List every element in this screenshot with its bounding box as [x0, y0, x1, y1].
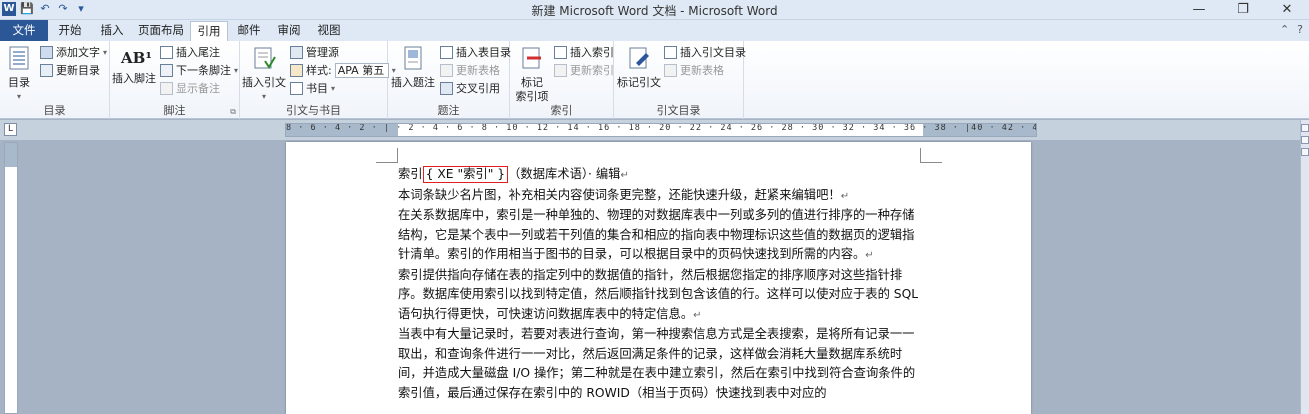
update-toc-button[interactable]: 更新目录 [40, 62, 100, 79]
minimize-button[interactable]: — [1177, 0, 1221, 20]
insert-index-button[interactable]: 插入索引 [554, 44, 614, 61]
tab-review[interactable]: 审阅 [270, 21, 308, 41]
ribbon: 目录 ▾ 添加文字 ▾ 更新目录 目录 AB¹ 插入脚注 插入尾注 下一条脚注 ▾ … [0, 41, 1309, 119]
style-selector[interactable]: 样式: APA 第五 ▾ [290, 62, 396, 79]
help-icon[interactable]: ? [1297, 23, 1303, 36]
crop-mark-right [920, 148, 942, 163]
endnote-icon [160, 46, 173, 59]
insert-caption-icon [404, 46, 422, 70]
mark-entry-button[interactable]: 标记 索引项 [512, 43, 552, 104]
horizontal-ruler[interactable]: 8 · 6 · 4 · 2 · │ · 2 · 4 · 6 · 8 · 10 ·… [285, 123, 1037, 137]
ruler-toggle-button[interactable] [1301, 124, 1309, 132]
paragraph-3: 索引提供指向存储在表的指定列中的数据值的指针，然后根据您指定的排序顺序对这些指针… [398, 267, 919, 321]
insert-endnote-button[interactable]: 插入尾注 [160, 44, 220, 61]
insert-footnote-button[interactable]: AB¹ 插入脚注 [112, 43, 156, 86]
ribbon-tabs: 文件 开始 插入 页面布局 引用 邮件 审阅 视图 ⌃ ? [0, 20, 1309, 41]
insert-toa-button[interactable]: 插入引文目录 [664, 44, 746, 61]
group-toc: 目录 ▾ 添加文字 ▾ 更新目录 目录 [0, 41, 110, 119]
toc-icon [9, 46, 29, 70]
scroll-up-button[interactable] [1301, 136, 1309, 144]
paragraph-4: 当表中有大量记录时，若要对表进行查询，第一种搜索信息方式是全表搜索，是将所有记录… [398, 327, 916, 400]
xe-field-code[interactable]: { XE "索引" } [422, 166, 509, 183]
update-index-icon [554, 64, 567, 77]
show-notes-button[interactable]: 显示备注 [160, 80, 220, 97]
table-of-figures-icon [440, 46, 453, 59]
insert-toa-icon [664, 46, 677, 59]
cross-reference-button[interactable]: 交叉引用 [440, 80, 500, 97]
tab-references[interactable]: 引用 [190, 21, 228, 41]
insert-citation-button[interactable]: 插入引文 ▾ [242, 43, 286, 104]
title-bar: W 💾 ↶ ↷ ▾ 新建 Microsoft Word 文档 - Microso… [0, 0, 1309, 20]
close-button[interactable]: ✕ [1265, 0, 1309, 20]
group-toa: 标记引文 插入引文目录 更新表格 引文目录 [614, 41, 746, 119]
style-combo[interactable]: APA 第五 [334, 63, 389, 78]
insert-table-of-figures-button[interactable]: 插入表目录 [440, 44, 511, 61]
insert-citation-icon [254, 47, 276, 69]
top-margin-area [5, 143, 17, 167]
group-label-captions: 题注 [437, 104, 460, 117]
update-toa-button[interactable]: 更新表格 [664, 62, 724, 79]
group-index: 标记 索引项 插入索引 更新索引 索引 [510, 41, 614, 119]
heading-text: 索引 [398, 167, 423, 181]
update-toc-icon [40, 64, 53, 77]
group-label-footnotes: 脚注 [163, 104, 186, 117]
cross-reference-icon [440, 82, 453, 95]
tab-insert[interactable]: 插入 [92, 21, 132, 41]
insert-caption-button[interactable]: 插入题注 [390, 43, 436, 90]
paragraph-2: 在关系数据库中，索引是一种单独的、物理的对数据库表中一列或多列的值进行排序的一种… [398, 208, 915, 261]
update-table-icon [440, 64, 453, 77]
insert-index-icon [554, 46, 567, 59]
tab-selector-icon[interactable]: L [4, 123, 17, 136]
mark-citation-button[interactable]: 标记引文 [616, 43, 662, 90]
group-label-citations: 引文与书目 [286, 104, 341, 117]
show-notes-icon [160, 82, 173, 95]
minimize-ribbon-icon[interactable]: ⌃ [1280, 23, 1289, 36]
update-toa-icon [664, 64, 677, 77]
tab-view[interactable]: 视图 [310, 21, 348, 41]
ruler-numbers: 8 · 6 · 4 · 2 · │ · 2 · 4 · 6 · 8 · 10 ·… [286, 123, 1037, 133]
scroll-thumb[interactable] [1301, 148, 1309, 156]
document-body[interactable]: 索引{ XE "索引" } （数据库术语）· 编辑↵ 本词条缺少名片图，补充相关内… [398, 165, 923, 403]
right-scroll-controls [1300, 120, 1309, 414]
heading-line: 索引{ XE "索引" } （数据库术语）· 编辑↵ [398, 165, 923, 186]
style-icon [290, 64, 303, 77]
tab-file[interactable]: 文件 [0, 20, 48, 41]
tab-mailings[interactable]: 邮件 [230, 21, 268, 41]
mark-entry-icon [522, 47, 541, 69]
vertical-ruler[interactable] [4, 142, 18, 414]
group-label-toc: 目录 [43, 104, 66, 117]
add-text-icon [40, 46, 53, 59]
next-footnote-icon [160, 64, 173, 77]
bibliography-button[interactable]: 书目 ▾ [290, 80, 335, 97]
toc-button[interactable]: 目录 ▾ [4, 43, 34, 104]
crop-mark-left [376, 148, 398, 163]
footnote-icon: AB¹ [121, 49, 152, 67]
add-text-button[interactable]: 添加文字 ▾ [40, 44, 107, 61]
tab-home[interactable]: 开始 [50, 21, 90, 41]
restore-button[interactable]: ❐ [1221, 0, 1265, 20]
paragraph-mark: ↵ [865, 250, 874, 261]
heading-suffix: （数据库术语）· 编辑 [508, 167, 621, 181]
group-footnotes: AB¹ 插入脚注 插入尾注 下一条脚注 ▾ 显示备注 脚注 ⧉ [110, 41, 240, 119]
paragraph-1: 本词条缺少名片图，补充相关内容使词条更完整，还能快速升级，赶紧来编辑吧！↵ [398, 187, 850, 202]
paragraph-mark: ↵ [620, 170, 629, 181]
footnotes-launcher-icon[interactable]: ⧉ [230, 107, 236, 117]
mark-citation-icon [629, 47, 649, 69]
group-citations: 插入引文 ▾ 管理源 样式: APA 第五 ▾ 书目 ▾ 引文与书目 [240, 41, 396, 119]
ruler-bar: L 8 · 6 · 4 · 2 · │ · 2 · 4 · 6 · 8 · 10… [0, 120, 1309, 140]
bibliography-icon [290, 82, 303, 95]
window-title: 新建 Microsoft Word 文档 - Microsoft Word [531, 4, 778, 18]
paragraph-mark: ↵ [840, 190, 850, 202]
next-footnote-button[interactable]: 下一条脚注 ▾ [160, 62, 238, 79]
tab-page-layout[interactable]: 页面布局 [134, 21, 188, 41]
group-label-toa: 引文目录 [656, 104, 701, 117]
update-index-button[interactable]: 更新索引 [554, 62, 614, 79]
group-label-index: 索引 [550, 104, 573, 117]
paragraph-mark: ↵ [693, 309, 702, 321]
manage-sources-button[interactable]: 管理源 [290, 44, 339, 61]
manage-sources-icon [290, 46, 303, 59]
update-table-button[interactable]: 更新表格 [440, 62, 500, 79]
group-captions: 插入题注 插入表目录 更新表格 交叉引用 题注 [388, 41, 511, 119]
document-page[interactable]: 索引{ XE "索引" } （数据库术语）· 编辑↵ 本词条缺少名片图，补充相关内… [286, 142, 1031, 414]
